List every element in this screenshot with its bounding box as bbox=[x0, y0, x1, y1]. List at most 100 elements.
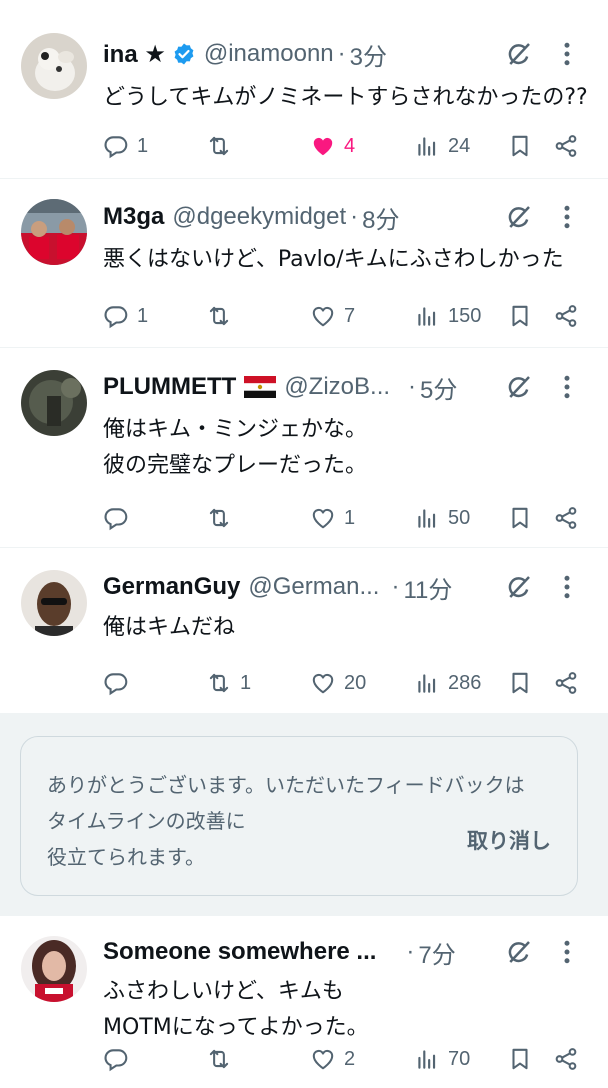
more-vertical-icon[interactable] bbox=[556, 202, 578, 232]
tweet[interactable]: PLUMMETT @ZizoB... · 5分 俺はキム・ミンジェかな。 彼の完… bbox=[0, 348, 608, 548]
avatar[interactable] bbox=[21, 936, 87, 1002]
display-name[interactable]: Someone somewhere ... bbox=[103, 938, 376, 966]
reply-button[interactable]: 1 bbox=[103, 301, 148, 331]
timestamp[interactable]: 7分 bbox=[418, 935, 455, 970]
bookmark-button[interactable] bbox=[507, 668, 533, 698]
tweet[interactable]: Someone somewhere ... · 7分 ふさわしいけど、キムも M… bbox=[0, 916, 608, 1088]
display-name[interactable]: M3ga bbox=[103, 203, 164, 231]
retweet-icon bbox=[206, 1046, 232, 1072]
views-button[interactable]: 50 bbox=[414, 503, 470, 533]
bookmark-icon bbox=[507, 505, 533, 531]
tweet-actions: 2 70 bbox=[0, 1044, 608, 1074]
undo-button[interactable]: 取り消し bbox=[467, 825, 551, 855]
retweet-button[interactable]: 1 bbox=[206, 668, 251, 698]
avatar[interactable] bbox=[21, 570, 87, 636]
reply-icon bbox=[103, 670, 129, 696]
grok-icon[interactable] bbox=[504, 202, 534, 232]
bookmark-icon bbox=[507, 670, 533, 696]
bookmark-button[interactable] bbox=[507, 131, 533, 161]
views-button[interactable]: 286 bbox=[414, 668, 481, 698]
display-name[interactable]: PLUMMETT bbox=[103, 373, 236, 401]
tweet-text-line: MOTMになってよかった。 bbox=[103, 1015, 369, 1040]
like-count: 4 bbox=[344, 134, 356, 157]
like-button[interactable]: 1 bbox=[310, 503, 355, 533]
more-vertical-icon[interactable] bbox=[556, 572, 578, 602]
user-handle[interactable]: @dgeekymidget bbox=[172, 203, 346, 231]
reply-button[interactable]: 1 bbox=[103, 131, 148, 161]
like-count: 7 bbox=[344, 304, 356, 327]
retweet-button[interactable] bbox=[206, 503, 240, 533]
user-handle[interactable]: @ZizoB... bbox=[284, 373, 390, 401]
like-button[interactable]: 7 bbox=[310, 301, 355, 331]
separator-dot: · bbox=[408, 373, 417, 400]
share-button[interactable] bbox=[553, 301, 579, 331]
user-handle[interactable]: @German... bbox=[248, 573, 379, 601]
share-button[interactable] bbox=[553, 503, 579, 533]
tweet-header: GermanGuy @German... · 11分 bbox=[103, 570, 452, 605]
retweet-icon bbox=[206, 670, 232, 696]
separator-dot: · bbox=[391, 573, 400, 600]
reply-button[interactable] bbox=[103, 1044, 137, 1074]
views-icon bbox=[414, 505, 440, 531]
feedback-line: タイムラインの改善に bbox=[47, 809, 246, 833]
share-button[interactable] bbox=[553, 131, 579, 161]
timestamp[interactable]: 3分 bbox=[350, 37, 387, 72]
tweet[interactable]: M3ga @dgeekymidget · 8分 悪くはないけど、Pavlo/キム… bbox=[0, 179, 608, 348]
views-icon bbox=[414, 133, 440, 159]
reply-button[interactable] bbox=[103, 668, 137, 698]
retweet-button[interactable] bbox=[206, 1044, 240, 1074]
user-handle[interactable]: @inamoonn bbox=[204, 40, 334, 68]
feedback-area: ありがとうございます。いただいたフィードバックは タイムラインの改善に 役立てら… bbox=[0, 714, 608, 916]
grok-icon[interactable] bbox=[504, 937, 534, 967]
grok-icon[interactable] bbox=[504, 372, 534, 402]
bookmark-button[interactable] bbox=[507, 301, 533, 331]
bookmark-button[interactable] bbox=[507, 503, 533, 533]
views-button[interactable]: 24 bbox=[414, 131, 470, 161]
heart-icon bbox=[310, 303, 336, 329]
views-button[interactable]: 150 bbox=[414, 301, 481, 331]
feedback-line: ありがとうございます。いただいたフィードバックは bbox=[47, 773, 525, 797]
timestamp[interactable]: 8分 bbox=[362, 200, 399, 235]
avatar[interactable] bbox=[21, 199, 87, 265]
retweet-count: 1 bbox=[240, 671, 252, 694]
share-icon bbox=[553, 303, 579, 329]
display-name[interactable]: GermanGuy bbox=[103, 573, 240, 601]
like-button[interactable]: 2 bbox=[310, 1044, 355, 1074]
share-button[interactable] bbox=[553, 668, 579, 698]
reply-button[interactable] bbox=[103, 503, 137, 533]
avatar[interactable] bbox=[21, 370, 87, 436]
views-icon bbox=[414, 1046, 440, 1072]
reply-icon bbox=[103, 505, 129, 531]
views-button[interactable]: 70 bbox=[414, 1044, 470, 1074]
display-name[interactable]: ina ★ bbox=[103, 40, 166, 69]
like-count: 20 bbox=[344, 671, 367, 694]
bookmark-button[interactable] bbox=[507, 1044, 533, 1074]
retweet-button[interactable] bbox=[206, 301, 240, 331]
tweet-text: 俺はキム・ミンジェかな。 彼の完璧なプレーだった。 bbox=[103, 412, 593, 484]
avatar[interactable] bbox=[21, 33, 87, 99]
view-count: 50 bbox=[448, 506, 471, 529]
share-button[interactable] bbox=[553, 1044, 579, 1074]
more-vertical-icon[interactable] bbox=[556, 39, 578, 69]
retweet-icon bbox=[206, 303, 232, 329]
feedback-card: ありがとうございます。いただいたフィードバックは タイムラインの改善に 役立てら… bbox=[20, 736, 578, 896]
more-vertical-icon[interactable] bbox=[556, 372, 578, 402]
like-button[interactable]: 4 bbox=[310, 131, 355, 161]
timestamp[interactable]: 5分 bbox=[420, 370, 457, 405]
view-count: 150 bbox=[448, 304, 482, 327]
tweet-text: どうしてキムがノミネートすらされなかったの?? bbox=[103, 80, 593, 116]
egypt-flag-icon bbox=[244, 376, 277, 398]
timestamp[interactable]: 11分 bbox=[403, 570, 452, 605]
reply-icon bbox=[103, 1046, 129, 1072]
like-button[interactable]: 20 bbox=[310, 668, 366, 698]
bookmark-icon bbox=[507, 1046, 533, 1072]
tweet[interactable]: GermanGuy @German... · 11分 俺はキムだね 1 20 2… bbox=[0, 548, 608, 714]
heart-icon bbox=[310, 670, 336, 696]
bookmark-icon bbox=[507, 303, 533, 329]
tweet[interactable]: ina ★ @inamoonn · 3分 どうしてキムがノミネートすらされなかっ… bbox=[0, 12, 608, 179]
grok-icon[interactable] bbox=[504, 572, 534, 602]
grok-icon[interactable] bbox=[504, 39, 534, 69]
more-vertical-icon[interactable] bbox=[556, 937, 578, 967]
retweet-button[interactable] bbox=[206, 131, 240, 161]
heart-filled-icon bbox=[310, 133, 336, 159]
